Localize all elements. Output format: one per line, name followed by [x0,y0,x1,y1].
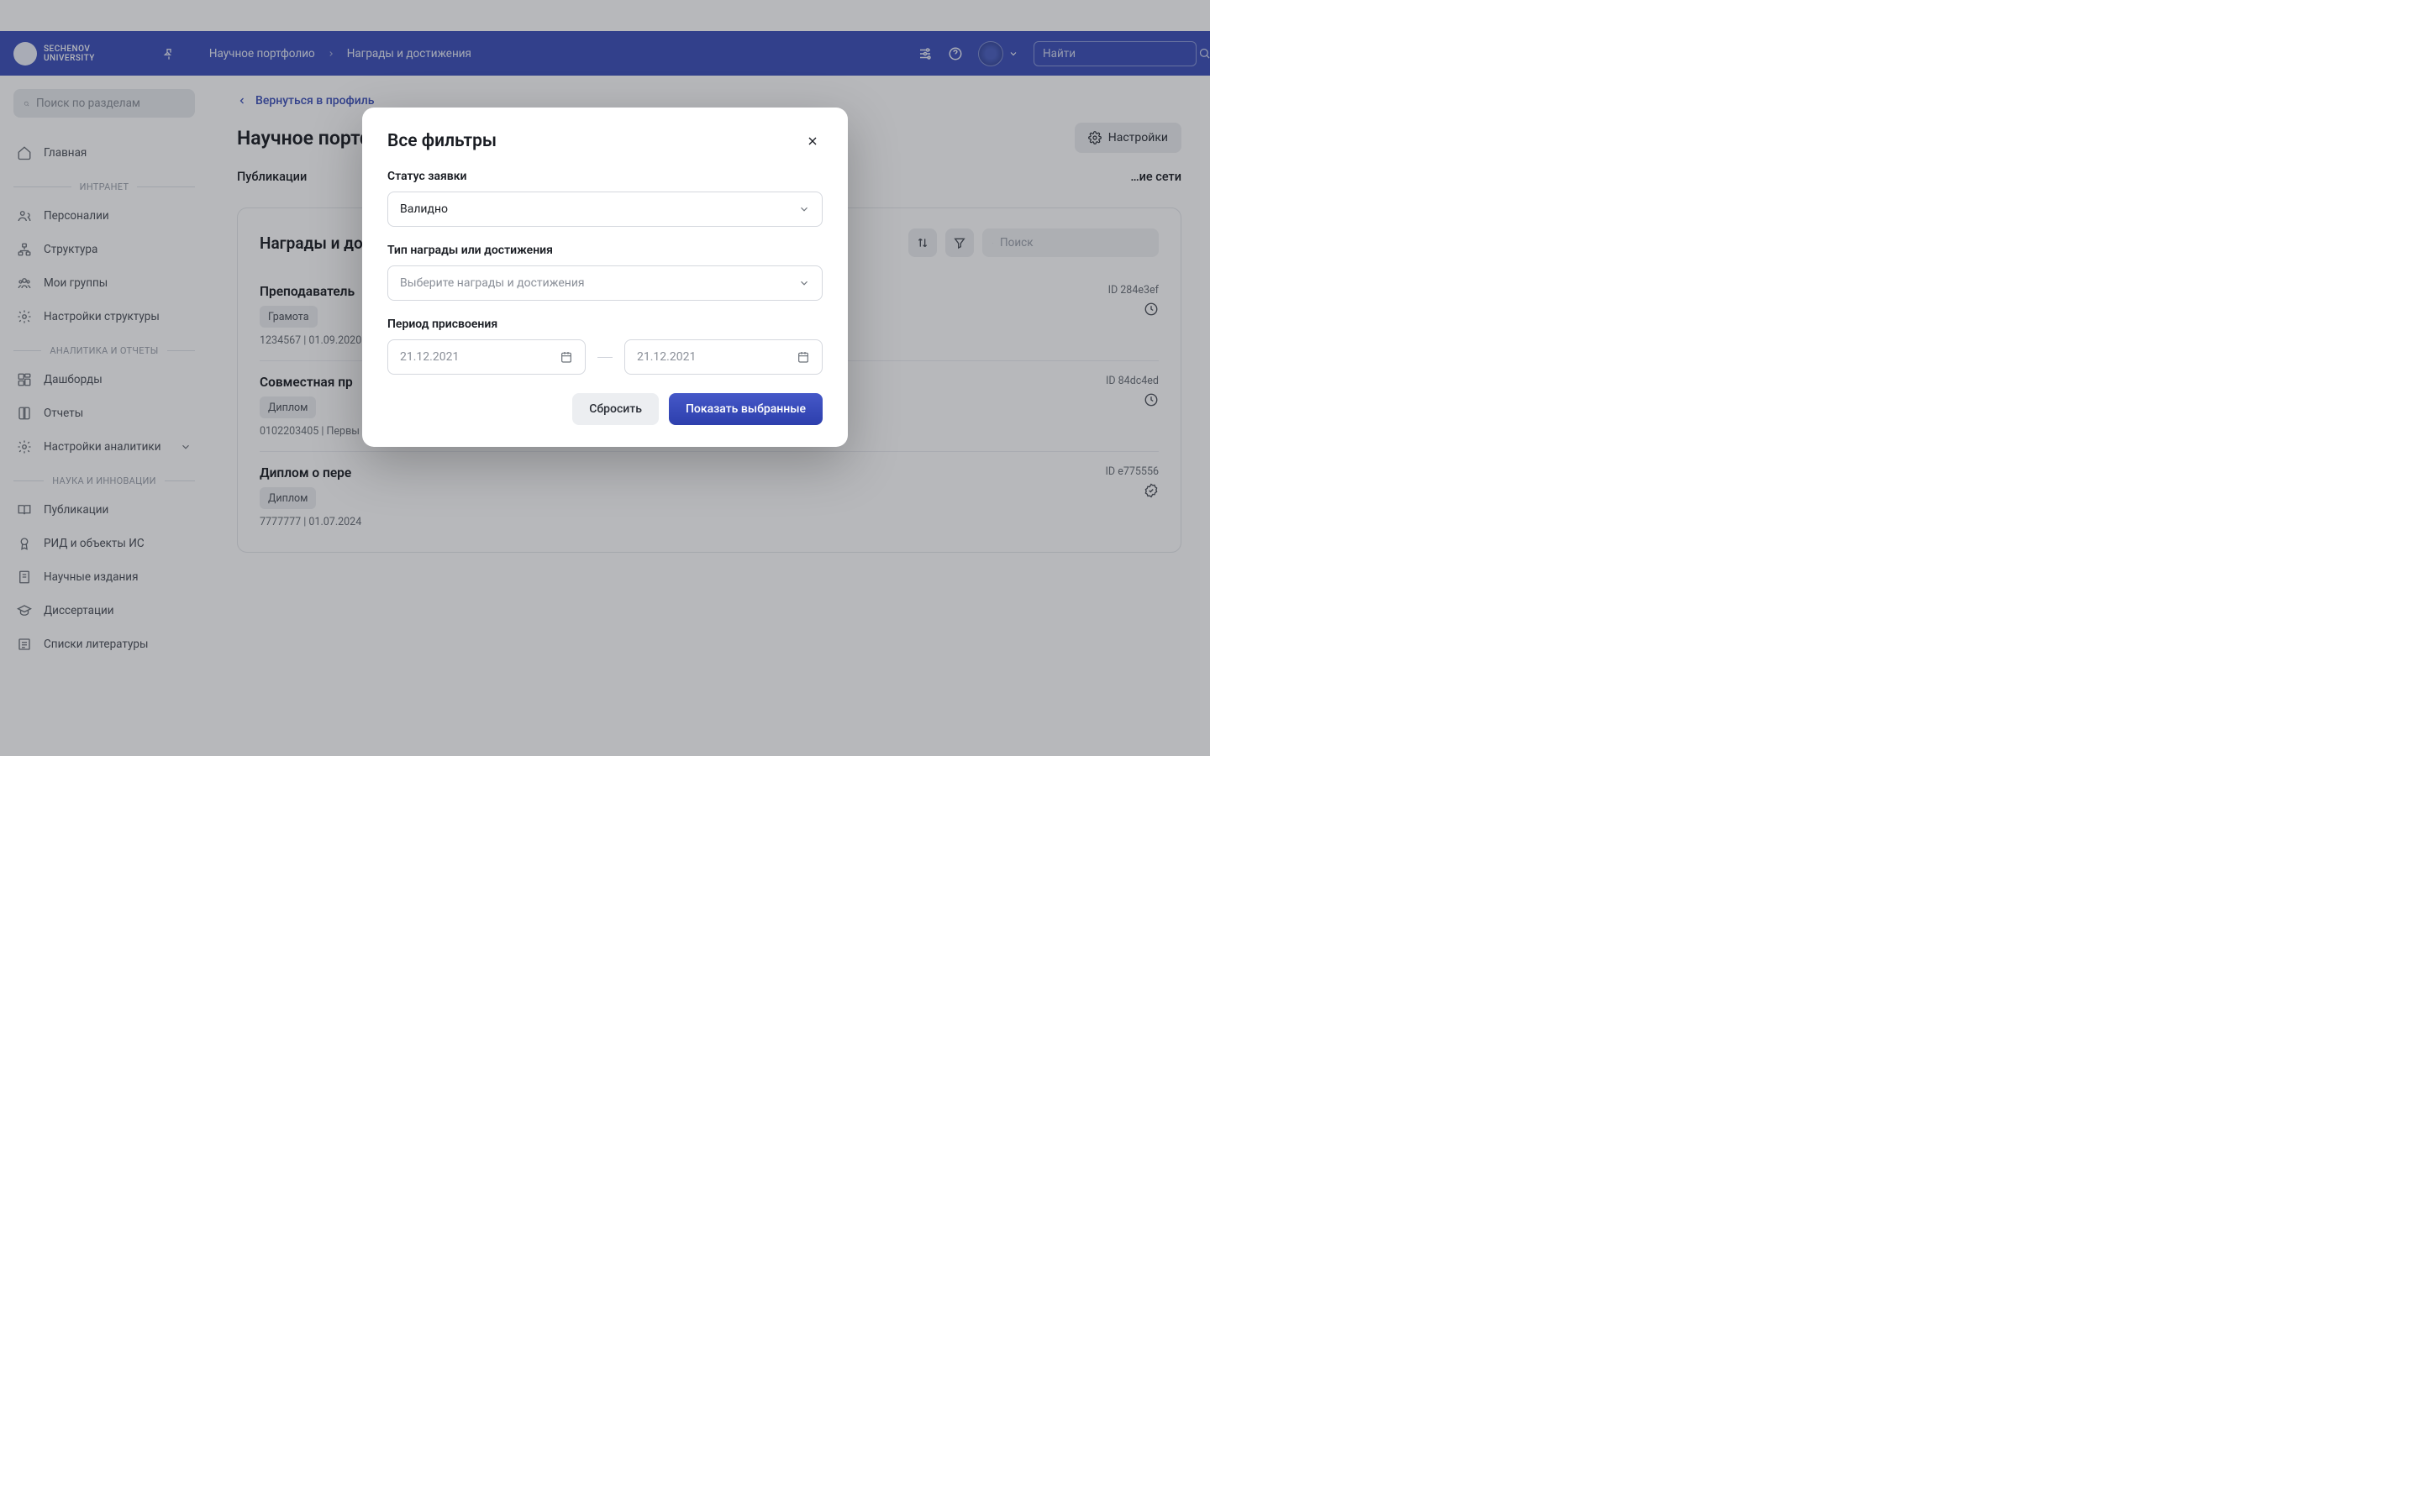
date-to-input[interactable]: 21.12.2021 [624,339,823,375]
chevron-down-icon [798,277,810,289]
type-label: Тип награды или достижения [387,244,823,257]
close-button[interactable] [802,131,823,151]
chevron-down-icon [798,203,810,215]
status-select[interactable]: Валидно [387,192,823,227]
reset-button[interactable]: Сбросить [572,393,659,425]
modal-title: Все фильтры [387,131,497,151]
range-dash [597,357,613,358]
type-select[interactable]: Выберите награды и достижения [387,265,823,301]
modal-overlay[interactable]: Все фильтры Статус заявки Валидно Тип на… [0,0,1210,756]
filters-modal: Все фильтры Статус заявки Валидно Тип на… [362,108,848,447]
close-icon [806,134,819,148]
apply-button[interactable]: Показать выбранные [669,393,823,425]
status-label: Статус заявки [387,170,823,183]
period-label: Период присвоения [387,318,823,331]
calendar-icon [797,350,810,364]
date-from-input[interactable]: 21.12.2021 [387,339,586,375]
calendar-icon [560,350,573,364]
